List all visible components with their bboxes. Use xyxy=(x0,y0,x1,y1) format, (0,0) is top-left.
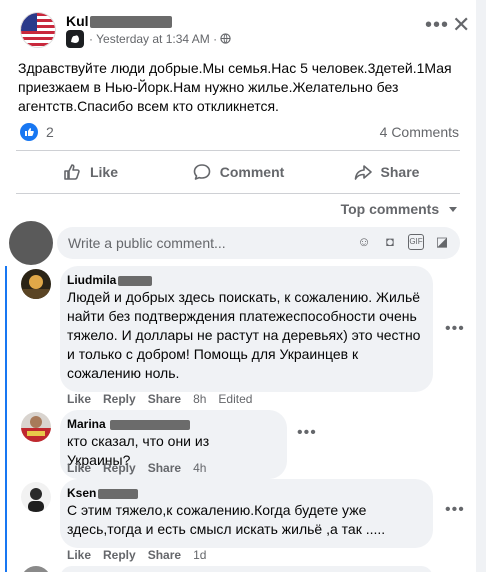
comment-like-link[interactable]: Like xyxy=(67,392,91,406)
comment-bubble xyxy=(60,566,433,572)
close-icon[interactable]: ✕ xyxy=(452,12,470,38)
post-card: Kul · Yesterday at 1:34 AM · ••• ✕ Здрав… xyxy=(0,0,476,572)
comment-share-link[interactable]: Share xyxy=(148,392,181,406)
comments-sort-dropdown[interactable]: Top comments xyxy=(341,201,458,217)
redacted-name xyxy=(98,488,139,499)
comment-icon xyxy=(193,164,211,180)
commenter-avatar[interactable] xyxy=(21,482,51,512)
sticker-icon[interactable]: ◪ xyxy=(434,234,450,250)
comment-time[interactable]: 8h xyxy=(193,392,206,406)
comment-reply-link[interactable]: Reply xyxy=(103,392,136,406)
comment-composer[interactable]: Write a public comment... ☺ ◘ GIF ◪ xyxy=(57,227,460,259)
commenter-name-text[interactable]: Liudmila xyxy=(67,273,116,287)
meta-separator: · xyxy=(213,32,218,46)
comment-button[interactable]: Comment xyxy=(164,152,312,192)
comment-actions: Like Reply Share 4h xyxy=(67,461,206,475)
group-avatar-icon[interactable] xyxy=(66,30,84,48)
commenter-avatar[interactable] xyxy=(21,269,51,299)
thumbs-up-icon xyxy=(64,164,80,180)
post-body-text: Здравствуйте люди добрые.Мы семья.Нас 5 … xyxy=(18,60,452,114)
like-button-label: Like xyxy=(89,164,118,180)
divider xyxy=(16,150,460,151)
comment-share-link[interactable]: Share xyxy=(148,461,181,475)
commenter-name[interactable]: Ksen xyxy=(67,486,421,500)
share-button[interactable]: Share xyxy=(312,152,460,192)
composer-icons: ☺ ◘ GIF ◪ xyxy=(356,234,450,250)
divider xyxy=(16,193,460,194)
commenter-name-text[interactable]: Ksen xyxy=(67,486,96,500)
caret-down-icon xyxy=(449,207,457,212)
us-flag-icon xyxy=(21,13,55,47)
comment-actions: Like Reply Share 1d xyxy=(67,548,206,562)
comments-sort-label: Top comments xyxy=(340,201,440,217)
comment-thread-indicator xyxy=(5,266,7,572)
comment-text: С этим тяжело,к сожалению.Когда будете у… xyxy=(67,502,386,537)
redacted-name xyxy=(89,16,172,29)
comment-more-icon[interactable]: ••• xyxy=(445,320,465,338)
comment-more-icon[interactable]: ••• xyxy=(445,501,465,519)
comment-time[interactable]: 1d xyxy=(193,548,206,562)
comment-input-placeholder[interactable]: Write a public comment... xyxy=(68,235,226,251)
comment-edited-label: Edited xyxy=(218,392,253,406)
post-more-options-icon[interactable]: ••• xyxy=(425,14,449,37)
author-name-text[interactable]: Kul xyxy=(66,13,89,29)
comment-reply-link[interactable]: Reply xyxy=(103,461,136,475)
post-timestamp[interactable]: Yesterday at 1:34 AM xyxy=(96,32,210,46)
comment-time[interactable]: 4h xyxy=(193,461,206,475)
comment-text: Людей и добрых здесь поискать, к сожален… xyxy=(67,289,421,381)
like-button[interactable]: Like xyxy=(16,152,164,192)
commenter-avatar[interactable] xyxy=(21,566,51,572)
reaction-summary[interactable]: 2 xyxy=(20,122,54,142)
comment-like-link[interactable]: Like xyxy=(67,461,91,475)
commenter-name[interactable]: Marina xyxy=(67,417,275,431)
comment-actions: Like Reply Share 8h Edited xyxy=(67,392,252,406)
post-actions-bar: Like Comment Share xyxy=(16,152,460,192)
comment-share-link[interactable]: Share xyxy=(148,548,181,562)
share-button-label: Share xyxy=(380,164,420,180)
commenter-avatar[interactable] xyxy=(21,412,51,442)
redacted-name xyxy=(118,275,153,286)
comment-more-icon[interactable]: ••• xyxy=(297,424,317,442)
meta-separator: · xyxy=(89,32,93,46)
globe-icon xyxy=(220,33,232,44)
share-icon xyxy=(354,165,372,180)
commenter-name[interactable]: Liudmila xyxy=(67,273,421,287)
current-user-avatar[interactable] xyxy=(9,221,53,265)
comment-button-label: Comment xyxy=(219,164,285,180)
emoji-icon[interactable]: ☺ xyxy=(356,234,372,250)
commenter-name-text[interactable]: Marina xyxy=(67,417,106,431)
redacted-name xyxy=(109,419,190,430)
comments-count-link[interactable]: 4 Comments xyxy=(380,124,459,140)
comment-reply-link[interactable]: Reply xyxy=(103,548,136,562)
comment-bubble: Ksen С этим тяжело,к сожалению.Когда буд… xyxy=(60,479,433,548)
like-reaction-icon xyxy=(20,123,38,141)
post-meta: · Yesterday at 1:34 AM · xyxy=(89,32,232,46)
gif-icon[interactable]: GIF xyxy=(408,234,424,250)
comment-like-link[interactable]: Like xyxy=(67,548,91,562)
comment-bubble: Liudmila Людей и добрых здесь поискать, … xyxy=(60,266,433,392)
camera-icon[interactable]: ◘ xyxy=(382,234,398,250)
post-author-name[interactable]: Kul xyxy=(66,13,172,29)
reaction-count[interactable]: 2 xyxy=(46,124,54,140)
author-avatar-flag[interactable] xyxy=(20,12,56,48)
